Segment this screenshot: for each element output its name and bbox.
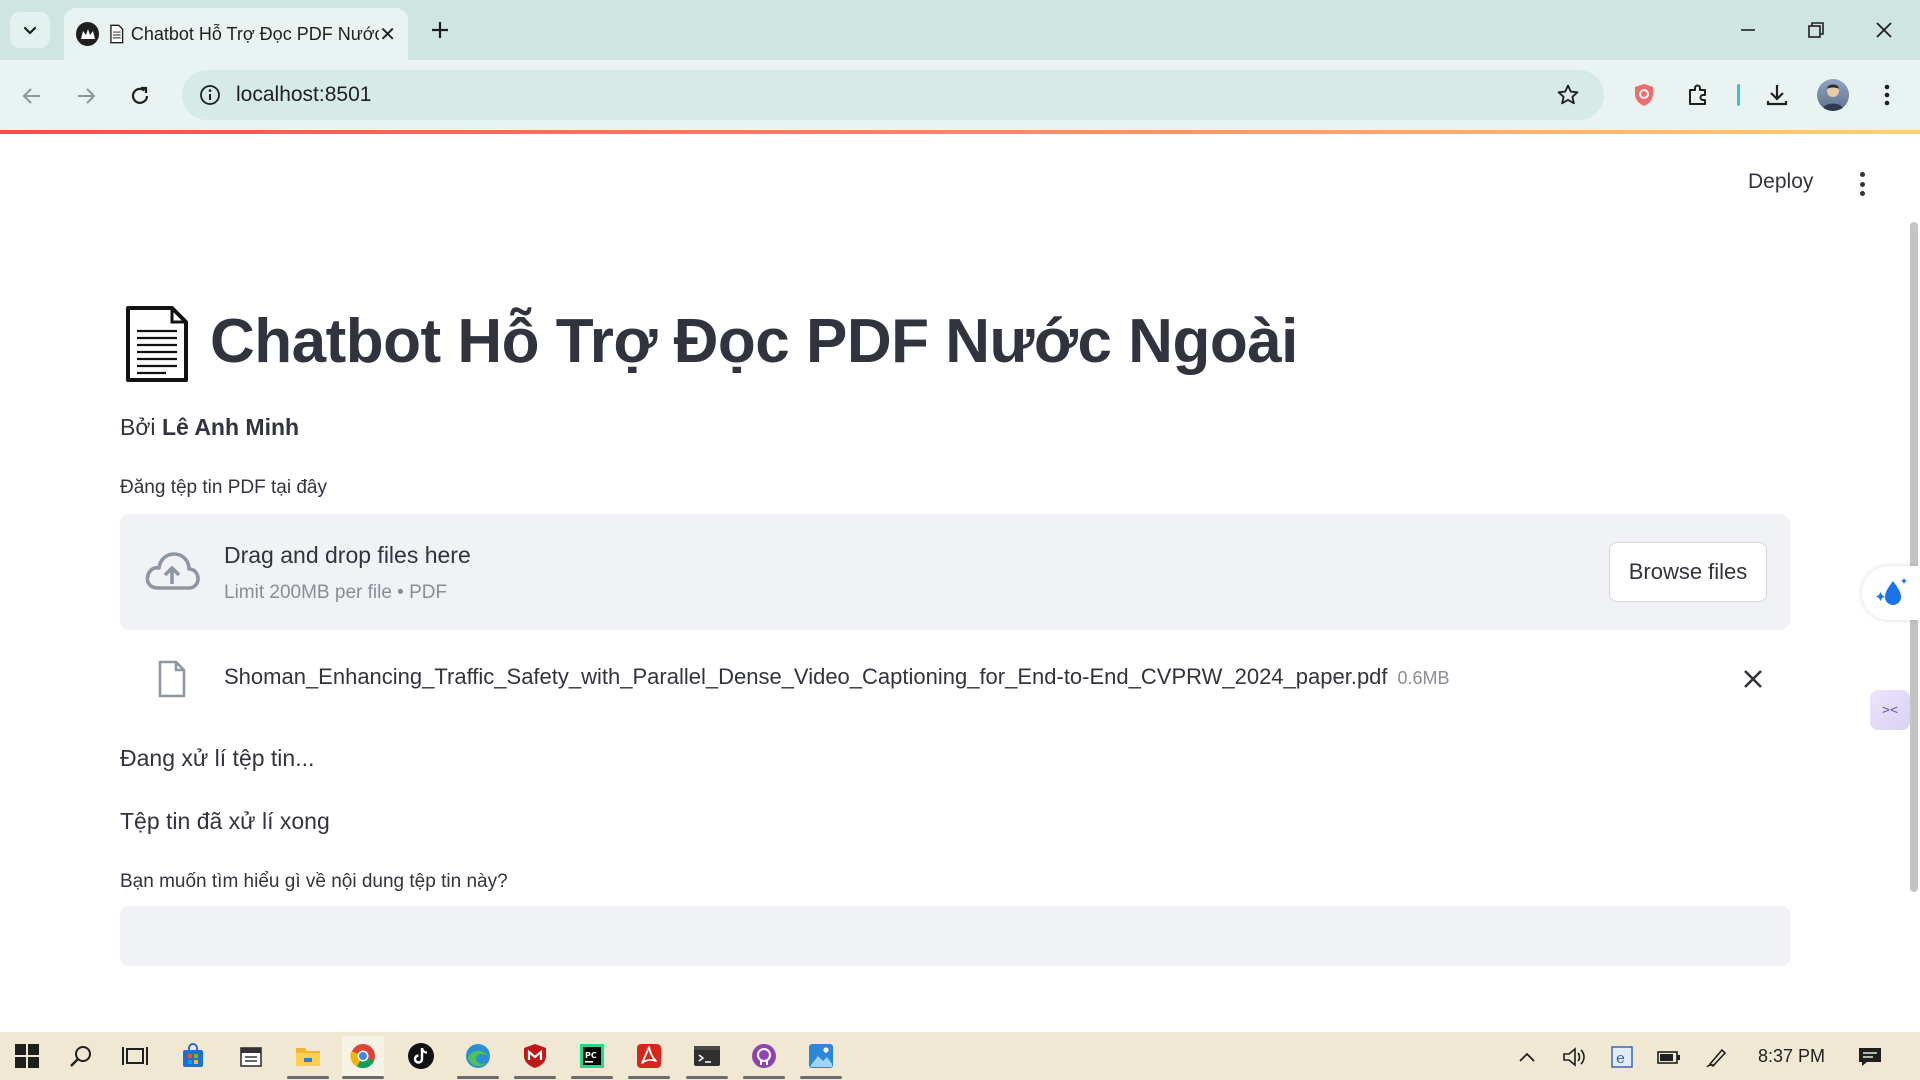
bookmark-star-icon[interactable]: [1552, 79, 1584, 111]
remove-file-button[interactable]: [1738, 664, 1768, 694]
chevron-up-icon[interactable]: [1510, 1040, 1544, 1074]
forward-button[interactable]: [68, 78, 104, 114]
pycharm-icon[interactable]: PC: [571, 1036, 613, 1076]
floating-devtools-widget[interactable]: ><: [1870, 690, 1910, 730]
minimize-button[interactable]: [1728, 10, 1768, 50]
task-view-icon[interactable]: [114, 1036, 156, 1076]
cloud-upload-icon: [145, 552, 200, 590]
toolbar-separator: [1737, 84, 1740, 106]
plus-icon: [432, 22, 448, 38]
start-icon[interactable]: [6, 1036, 48, 1076]
byline: Bởi Lê Anh Minh: [120, 414, 299, 441]
close-icon: [1876, 22, 1892, 38]
downloads-icon[interactable]: [1758, 76, 1796, 114]
upload-label: Đăng tệp tin PDF tại đây: [120, 477, 327, 498]
reload-button[interactable]: [122, 78, 158, 114]
github-desktop-icon[interactable]: [743, 1036, 785, 1076]
question-label: Bạn muốn tìm hiểu gì về nội dung tệp tin…: [120, 871, 508, 892]
tab-title: Chatbot Hỗ Trợ Đọc PDF Nước Ngoài: [130, 23, 380, 44]
browser-tab[interactable]: Chatbot Hỗ Trợ Đọc PDF Nước Ngoài ✕: [64, 8, 408, 60]
document-icon: [110, 24, 124, 44]
battery-power-icon[interactable]: [1652, 1040, 1686, 1074]
arrow-left-icon: [22, 88, 40, 104]
mcafee-icon[interactable]: [514, 1036, 556, 1076]
arrow-right-icon: [78, 88, 96, 104]
restore-icon: [1808, 22, 1824, 38]
taskbar-running-indicator: [628, 1076, 670, 1079]
uploaded-file-size: 0.6MB: [1397, 668, 1450, 688]
tab-close-button[interactable]: ✕: [379, 22, 396, 47]
address-bar[interactable]: [182, 70, 1604, 120]
taskbar-running-indicator: [686, 1076, 728, 1079]
svg-text:e: e: [1616, 1049, 1625, 1067]
page-facing-up-icon: [126, 306, 188, 382]
store-icon[interactable]: [172, 1036, 214, 1076]
deploy-button[interactable]: Deploy: [1748, 170, 1813, 194]
language-input-icon[interactable]: e: [1605, 1040, 1639, 1074]
tab-search-button[interactable]: [10, 12, 50, 48]
tiktok-icon[interactable]: [400, 1036, 442, 1076]
close-window-button[interactable]: [1864, 10, 1904, 50]
file-dropzone[interactable]: [120, 514, 1790, 630]
close-icon: [1744, 670, 1762, 688]
taskbar-clock[interactable]: 8:37 PM: [1758, 1046, 1825, 1067]
extensions-puzzle-icon[interactable]: [1679, 76, 1717, 114]
processing-status: Đang xử lí tệp tin...: [120, 745, 315, 771]
back-button[interactable]: [14, 78, 50, 114]
chevron-down-icon: [23, 26, 37, 35]
taskbar-running-indicator: [457, 1076, 499, 1079]
page-title: Chatbot Hỗ Trợ Đọc PDF Nước Ngoài: [210, 307, 1298, 376]
taskbar-running-indicator: [571, 1076, 613, 1079]
dropzone-title: Drag and drop files here: [224, 542, 471, 568]
acrobat-icon[interactable]: [628, 1036, 670, 1076]
search-icon[interactable]: [60, 1036, 102, 1076]
restore-button[interactable]: [1796, 10, 1836, 50]
pen-ink-icon[interactable]: [1700, 1040, 1734, 1074]
byline-author: Lê Anh Minh: [161, 414, 300, 440]
taskbar-running-indicator: [800, 1076, 842, 1079]
processed-status: Tệp tin đã xử lí xong: [120, 808, 330, 834]
browser-menu-icon[interactable]: [1868, 76, 1906, 114]
terminal-icon[interactable]: [686, 1036, 728, 1076]
streamlit-favicon-icon: [76, 22, 100, 46]
browse-files-button[interactable]: Browse files: [1609, 542, 1767, 602]
minimize-icon: [1741, 29, 1755, 31]
app-menu-icon[interactable]: [1854, 172, 1870, 196]
calendar-icon[interactable]: [230, 1036, 272, 1076]
page-scrollbar[interactable]: [1910, 222, 1918, 892]
shield-extension-icon[interactable]: [1625, 76, 1663, 114]
taskbar-running-indicator: [342, 1076, 384, 1079]
taskbar-running-indicator: [743, 1076, 785, 1079]
dropzone-limit: Limit 200MB per file • PDF: [224, 582, 448, 603]
url-text[interactable]: localhost:8501: [236, 83, 371, 107]
reload-icon: [131, 86, 149, 104]
question-input[interactable]: [120, 906, 1790, 966]
edge-icon[interactable]: [457, 1036, 499, 1076]
floating-assistant-button[interactable]: [1862, 566, 1920, 620]
notifications-icon[interactable]: [1853, 1040, 1887, 1074]
file-explorer-icon[interactable]: [287, 1036, 329, 1076]
chrome-icon[interactable]: [342, 1036, 384, 1076]
profile-avatar[interactable]: [1817, 79, 1849, 111]
taskbar-running-indicator: [514, 1076, 556, 1079]
new-tab-button[interactable]: [424, 14, 456, 46]
byline-prefix: Bởi: [120, 414, 156, 440]
volume-icon[interactable]: [1557, 1040, 1591, 1074]
water-drop-sparkle-icon: [1876, 578, 1907, 605]
site-info-icon[interactable]: [196, 81, 224, 109]
taskbar-running-indicator: [287, 1076, 329, 1079]
svg-text:PC: PC: [585, 1051, 597, 1060]
photos-icon[interactable]: [800, 1036, 842, 1076]
file-icon: [158, 660, 186, 698]
uploaded-file-item: Shoman_Enhancing_Traffic_Safety_with_Par…: [224, 664, 1450, 690]
uploaded-file-name: Shoman_Enhancing_Traffic_Safety_with_Par…: [224, 664, 1388, 689]
streamlit-top-decoration: [0, 130, 1920, 134]
